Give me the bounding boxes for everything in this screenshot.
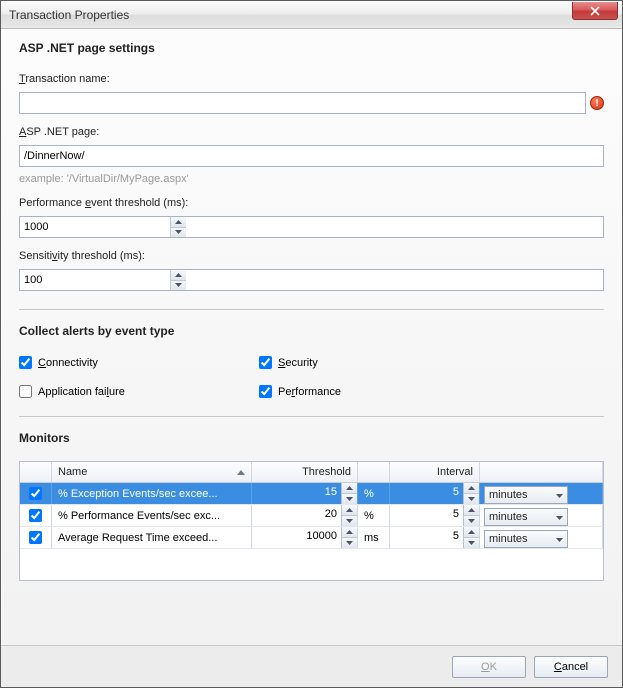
dialog-content: ASP .NET page settings Transaction name:… [1,29,622,645]
perf-threshold-label: Performance event threshold (ms): [19,197,604,209]
close-icon [590,6,600,16]
interval-spinner[interactable]: 5 [390,527,479,548]
row-interval-cell: 5 [390,527,480,548]
threshold-spinner[interactable]: 20 [252,505,357,526]
chevron-down-icon [556,489,563,501]
alerts-checkbox-grid: Connectivity Security Application failur… [19,356,604,398]
table-row[interactable]: Average Request Time exceed...10000ms5 mi… [20,527,603,549]
spinner-up[interactable] [342,527,357,538]
row-check-cell [20,527,52,548]
connectivity-checkbox[interactable]: Connectivity [19,356,259,369]
cancel-button[interactable]: Cancel [534,656,608,678]
asp-page-hint: example: '/VirtualDir/MyPage.aspx' [19,173,604,185]
row-name-cell: % Exception Events/sec excee... [52,483,252,504]
row-interval-unit-cell: minutes [480,527,603,548]
spinner-up[interactable] [342,483,357,494]
row-unit-cell: % [358,505,390,526]
row-check-cell [20,483,52,504]
chevron-down-icon [556,533,563,545]
spinner-down[interactable] [342,516,357,526]
spinner-down[interactable] [464,516,479,526]
spinner-up[interactable] [171,270,186,281]
spinner-up[interactable] [342,505,357,516]
section-monitors-title: Monitors [19,431,604,445]
spinner-up[interactable] [464,505,479,516]
table-row[interactable]: % Performance Events/sec exc...20%5 minut… [20,505,603,527]
security-checkbox[interactable]: Security [259,356,604,369]
grid-body: % Exception Events/sec excee...15%5minut… [20,483,603,549]
table-row[interactable]: % Exception Events/sec excee...15%5 minut… [20,483,603,505]
row-checkbox[interactable] [29,487,42,500]
spinner-down[interactable] [342,538,357,548]
col-header-interval-unit[interactable] [480,462,603,482]
row-threshold-cell: 20 [252,505,358,526]
window-title: Transaction Properties [9,8,129,22]
spinner-up[interactable] [171,217,186,228]
sensitivity-label: Sensitivity threshold (ms): [19,250,604,262]
dialog-footer: OK Cancel [1,645,622,687]
ok-button[interactable]: OK [452,656,526,678]
chevron-down-icon [556,511,563,523]
sensitivity-input[interactable] [20,270,170,290]
row-threshold-cell: 15 [252,483,358,504]
spinner-up[interactable] [464,483,479,494]
interval-spinner[interactable]: 5 [390,505,479,526]
spinner-arrows[interactable] [170,270,186,290]
titlebar: Transaction Properties [1,1,622,29]
section-alerts-title: Collect alerts by event type [19,324,604,338]
spinner-arrows[interactable] [170,217,186,237]
row-interval-unit-cell: minutes [480,483,603,504]
spinner-down[interactable] [464,538,479,548]
row-checkbox[interactable] [29,531,42,544]
asp-page-label: ASP .NET page: [19,126,604,138]
spinner-down[interactable] [171,281,186,291]
spinner-down[interactable] [342,494,357,504]
row-unit-cell: % [358,483,390,504]
app-failure-checkbox[interactable]: Application failure [19,385,259,398]
col-header-threshold[interactable]: Threshold [252,462,358,482]
monitors-grid: Name Threshold Interval % Exception Even… [19,461,604,581]
separator [19,416,604,417]
col-header-unit[interactable] [358,462,390,482]
threshold-spinner[interactable]: 10000 [252,527,357,548]
interval-spinner[interactable]: 5 [390,483,479,504]
row-interval-cell: 5 [390,483,480,504]
separator [19,309,604,310]
close-button[interactable] [572,2,618,20]
interval-unit-dropdown[interactable]: minutes [484,486,568,504]
threshold-spinner[interactable]: 15 [252,483,357,504]
spinner-down[interactable] [171,228,186,238]
interval-unit-dropdown[interactable]: minutes [484,508,568,526]
sort-asc-icon [237,466,245,478]
transaction-name-input[interactable] [19,92,586,114]
row-check-cell [20,505,52,526]
row-threshold-cell: 10000 [252,527,358,548]
section-asp-settings-title: ASP .NET page settings [19,41,604,55]
sensitivity-spinner[interactable] [19,269,604,291]
row-interval-cell: 5 [390,505,480,526]
spinner-up[interactable] [464,527,479,538]
row-name-cell: % Performance Events/sec exc... [52,505,252,526]
asp-page-input[interactable] [19,145,604,167]
error-icon: ! [590,96,604,110]
col-header-name[interactable]: Name [52,462,252,482]
col-header-interval[interactable]: Interval [390,462,480,482]
row-interval-unit-cell: minutes [480,505,603,526]
interval-unit-dropdown[interactable]: minutes [484,530,568,548]
performance-checkbox[interactable]: Performance [259,385,604,398]
row-unit-cell: ms [358,527,390,548]
row-name-cell: Average Request Time exceed... [52,527,252,548]
transaction-name-label: Transaction name: [19,73,604,85]
row-checkbox[interactable] [29,509,42,522]
col-header-check[interactable] [20,462,52,482]
spinner-down[interactable] [464,494,479,504]
dialog-window: Transaction Properties ASP .NET page set… [0,0,623,688]
perf-threshold-input[interactable] [20,217,170,237]
perf-threshold-spinner[interactable] [19,216,604,238]
grid-header: Name Threshold Interval [20,462,603,483]
